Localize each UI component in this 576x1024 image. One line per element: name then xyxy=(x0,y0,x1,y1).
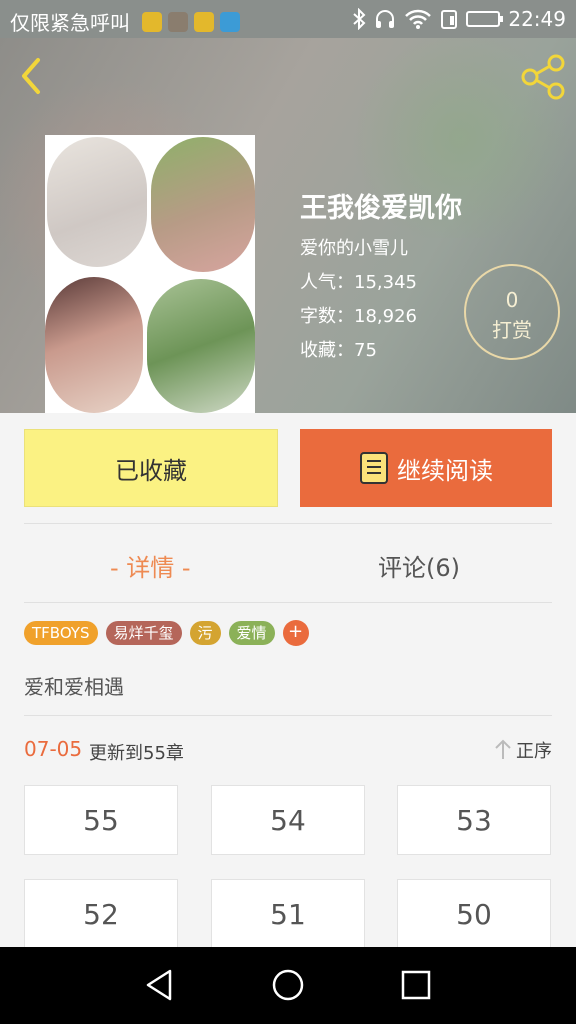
divider xyxy=(24,523,552,524)
book-header: 王我俊爱凯你 爱你的小雪儿 人气：15,345 字数：18,926 收藏：75 … xyxy=(0,38,576,413)
chapter-button[interactable]: 52 xyxy=(24,879,178,949)
chevron-left-icon xyxy=(22,58,40,94)
chapter-button[interactable]: 55 xyxy=(24,785,178,855)
square-recents-icon xyxy=(401,970,431,1000)
chapter-button[interactable]: 51 xyxy=(211,879,365,949)
reward-label: 打赏 xyxy=(492,318,532,342)
divider xyxy=(24,715,552,716)
share-button[interactable] xyxy=(520,54,568,100)
recents-nav-button[interactable] xyxy=(396,967,436,1003)
triangle-back-icon xyxy=(146,969,172,1001)
sort-order-label: 正序 xyxy=(516,741,552,762)
divider xyxy=(24,602,552,603)
favorited-label: 已收藏 xyxy=(115,456,187,485)
status-bar: 仅限紧急呼叫 22:49 xyxy=(0,0,576,38)
cover-photo-panel xyxy=(45,277,143,413)
gallery-notification-icon xyxy=(168,11,188,32)
tab-comments[interactable]: 评论(6) xyxy=(378,548,460,583)
continue-reading-label: 继续阅读 xyxy=(397,456,493,485)
book-summary: 爱和爱相遇 xyxy=(24,675,124,699)
tab-detail[interactable]: - 详情 - xyxy=(110,548,191,583)
tag-chip[interactable]: 爱情 xyxy=(228,621,275,645)
favorites-stat: 收藏：75 xyxy=(300,340,377,361)
cover-photo-panel xyxy=(151,137,255,272)
back-button[interactable] xyxy=(14,56,54,96)
back-nav-button[interactable] xyxy=(140,967,180,1003)
cover-photo-panel xyxy=(147,279,255,413)
circle-home-icon xyxy=(272,969,304,1001)
clock-time: 22:49 xyxy=(508,7,566,31)
sort-order-button[interactable]: 正序 xyxy=(494,737,552,763)
favorited-button[interactable]: 已收藏 xyxy=(24,429,278,507)
headphones-icon xyxy=(376,10,395,28)
add-tag-button[interactable]: + xyxy=(282,620,309,646)
carrier-label: 仅限紧急呼叫 xyxy=(10,11,130,35)
update-status: 更新到55章 xyxy=(89,743,184,764)
share-icon xyxy=(521,54,565,100)
book-icon xyxy=(360,452,388,484)
chapter-button[interactable]: 50 xyxy=(397,879,551,949)
book-author[interactable]: 爱你的小雪儿 xyxy=(300,234,408,260)
wifi-icon xyxy=(405,9,432,29)
tag-chip[interactable]: 易烊千玺 xyxy=(105,621,182,645)
arrow-up-icon xyxy=(495,739,511,759)
cover-photo-panel xyxy=(47,137,147,267)
word-count-stat: 字数：18,926 xyxy=(300,306,417,327)
chapter-button[interactable]: 54 xyxy=(211,785,365,855)
popularity-stat: 人气：15,345 xyxy=(300,272,417,293)
home-nav-button[interactable] xyxy=(268,967,308,1003)
update-date: 07-05 xyxy=(24,737,83,761)
bluetooth-icon xyxy=(353,8,366,30)
book-cover-image[interactable] xyxy=(45,135,255,413)
continue-reading-button[interactable]: 继续阅读 xyxy=(300,429,552,507)
reward-button[interactable]: 0 打赏 xyxy=(464,264,560,360)
book-title: 王我俊爱凯你 xyxy=(300,193,462,224)
tag-chip[interactable]: TFBOYS xyxy=(24,621,98,645)
video-notification-icon xyxy=(220,11,240,32)
battery-icon xyxy=(466,11,504,27)
app-notification-icon xyxy=(194,11,214,32)
tag-chip[interactable]: 污 xyxy=(189,621,221,645)
reward-count: 0 xyxy=(505,288,519,312)
navigation-bar xyxy=(0,947,576,1024)
app-notification-icon xyxy=(142,11,162,32)
tag-list: TFBOYS 易烊千玺 污 爱情 + xyxy=(24,620,309,646)
sim-icon xyxy=(441,10,458,29)
chapter-button[interactable]: 53 xyxy=(397,785,551,855)
